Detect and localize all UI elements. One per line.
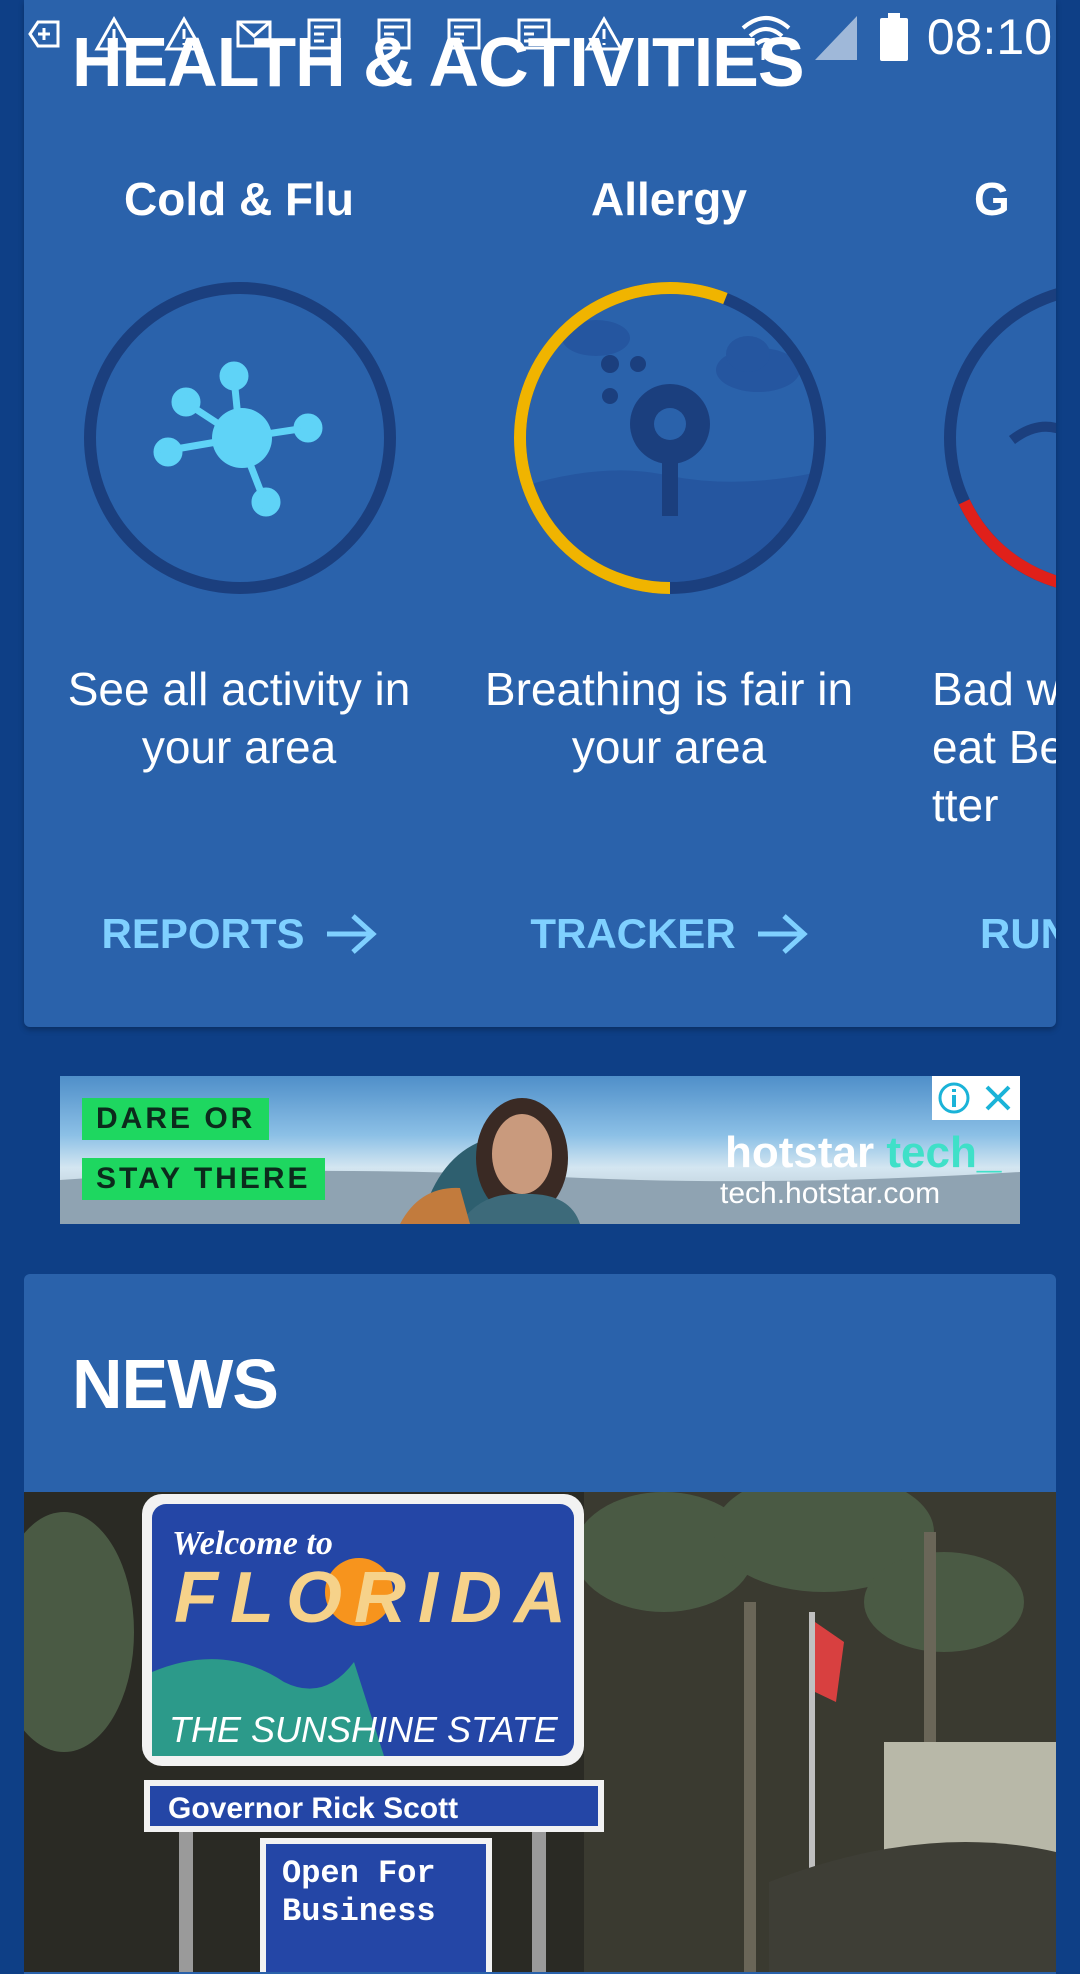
tile-description: Bad weat Better — [932, 663, 1056, 831]
allergy-icon — [514, 282, 826, 594]
ad-close-button[interactable] — [976, 1076, 1020, 1120]
add-icon — [28, 20, 60, 48]
tile-run[interactable]: G Bad weat Better RUN T — [884, 0, 1056, 1027]
info-icon — [938, 1082, 970, 1114]
tile-cold-flu[interactable]: Cold & Flu See all activity in your area… — [24, 0, 454, 1027]
ad-info-button[interactable] — [932, 1076, 976, 1120]
status-bar: 08:10 — [0, 0, 1080, 75]
wifi-icon — [741, 16, 791, 60]
sign-welcome-text: Welcome to — [172, 1525, 333, 1562]
ad-url: tech.hotstar.com — [720, 1177, 941, 1210]
ad-banner[interactable]: DARE OR STAY THERE hotstar tech_ tech.ho… — [60, 1076, 1020, 1224]
ad-controls — [932, 1076, 1020, 1120]
signal-icon — [814, 16, 857, 60]
sign-tagline-text: THE SUNSHINE STATE — [169, 1709, 559, 1750]
news-icon — [377, 18, 411, 50]
section-title: NEWS — [72, 1345, 279, 1423]
tracker-link[interactable]: TRACKER — [454, 910, 884, 958]
tile-description: Breathing is fair in your area — [484, 663, 854, 773]
ad-brand: hotstar tech_ — [725, 1128, 1001, 1178]
reports-link[interactable]: REPORTS — [24, 910, 454, 958]
arrow-right-icon — [326, 914, 377, 954]
run-link[interactable]: RUN T — [884, 910, 1056, 958]
news-icon — [517, 18, 551, 50]
system-icons: 08:10 — [739, 8, 1052, 66]
news-icon — [307, 18, 341, 50]
gmail-icon — [236, 20, 272, 48]
ad-brand-name: hotstar — [725, 1128, 875, 1177]
arrow-right-icon — [757, 914, 808, 954]
battery-icon — [879, 13, 908, 61]
tile-description: See all activity in your area — [67, 663, 411, 773]
sign-governor-text: Governor Rick Scott — [168, 1792, 458, 1825]
ad-tagline-1: DARE OR — [82, 1098, 270, 1140]
tile-title: Allergy — [591, 173, 747, 225]
clock: 08:10 — [926, 9, 1052, 65]
news-card: NEWS Welcome to FLORIDA THE SUNSHINE STA… — [24, 1274, 1056, 1974]
warning-icon — [164, 15, 204, 51]
sign-open-text-2: Business — [282, 1893, 436, 1930]
virus-icon — [84, 282, 396, 594]
tile-title: G — [974, 173, 1010, 225]
sign-open-text-1: Open For — [282, 1855, 436, 1892]
warning-icon — [94, 15, 134, 51]
health-activities-card: HEALTH & ACTIVITIES Cold & Flu See all a… — [24, 0, 1056, 1027]
tile-title: Cold & Flu — [124, 173, 354, 225]
run-icon — [944, 282, 1056, 594]
link-label: TRACKER — [530, 910, 736, 957]
news-image[interactable]: Welcome to FLORIDA THE SUNSHINE STATE Go… — [24, 1492, 1056, 1972]
ad-brand-suffix: tech_ — [886, 1128, 1002, 1177]
notification-icons — [24, 14, 624, 54]
link-label: REPORTS — [101, 910, 305, 957]
link-label: RUN T — [980, 910, 1056, 957]
tile-allergy[interactable]: Allergy Breathing is fair in your area T… — [454, 0, 884, 1027]
ad-tagline-2: STAY THERE — [82, 1158, 325, 1200]
news-icon — [447, 18, 481, 50]
warning-icon — [584, 15, 624, 51]
close-icon — [985, 1085, 1011, 1111]
